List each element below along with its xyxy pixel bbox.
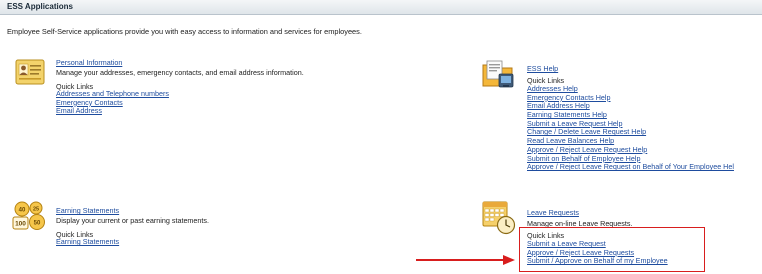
coins-icon[interactable]: 40 25 100 50 <box>12 201 48 236</box>
leave-requests-link[interactable]: Leave Requests <box>527 208 579 217</box>
ess-help-link[interactable]: ESS Help <box>527 64 558 73</box>
quick-link-approve-reject-on-behalf-help[interactable]: Approve / Reject Leave Request on Behalf… <box>527 162 734 172</box>
help-folder-icon[interactable] <box>481 57 515 96</box>
id-card-icon[interactable] <box>15 59 45 90</box>
personal-information-description: Manage your addresses, emergency contact… <box>56 68 304 77</box>
bill-value-100: 100 <box>15 221 26 228</box>
personal-information-quick-links: Addresses and Telephone numbers Emergenc… <box>56 89 169 116</box>
quick-link-email-address[interactable]: Email Address <box>56 107 169 116</box>
coin-value-50: 50 <box>34 221 41 227</box>
personal-information-link[interactable]: Personal Information <box>56 58 122 67</box>
page-title: ESS Applications <box>7 2 73 11</box>
ess-help-quick-links: Addresses Help Emergency Contacts Help E… <box>527 84 734 172</box>
earning-statements-quick-links: Earning Statements <box>56 237 119 247</box>
quick-link-earning-statements[interactable]: Earning Statements <box>56 237 119 247</box>
calendar-clock-icon[interactable] <box>482 201 516 240</box>
coin-value-40: 40 <box>19 208 26 214</box>
red-arrow-icon <box>416 253 516 271</box>
earning-statements-description: Display your current or past earning sta… <box>56 216 210 225</box>
coin-value-25: 25 <box>33 207 39 213</box>
highlight-box <box>519 227 705 272</box>
earning-statements-link[interactable]: Earning Statements <box>56 206 119 215</box>
header-bar: ESS Applications <box>0 0 762 15</box>
intro-text: Employee Self-Service applications provi… <box>7 27 362 36</box>
